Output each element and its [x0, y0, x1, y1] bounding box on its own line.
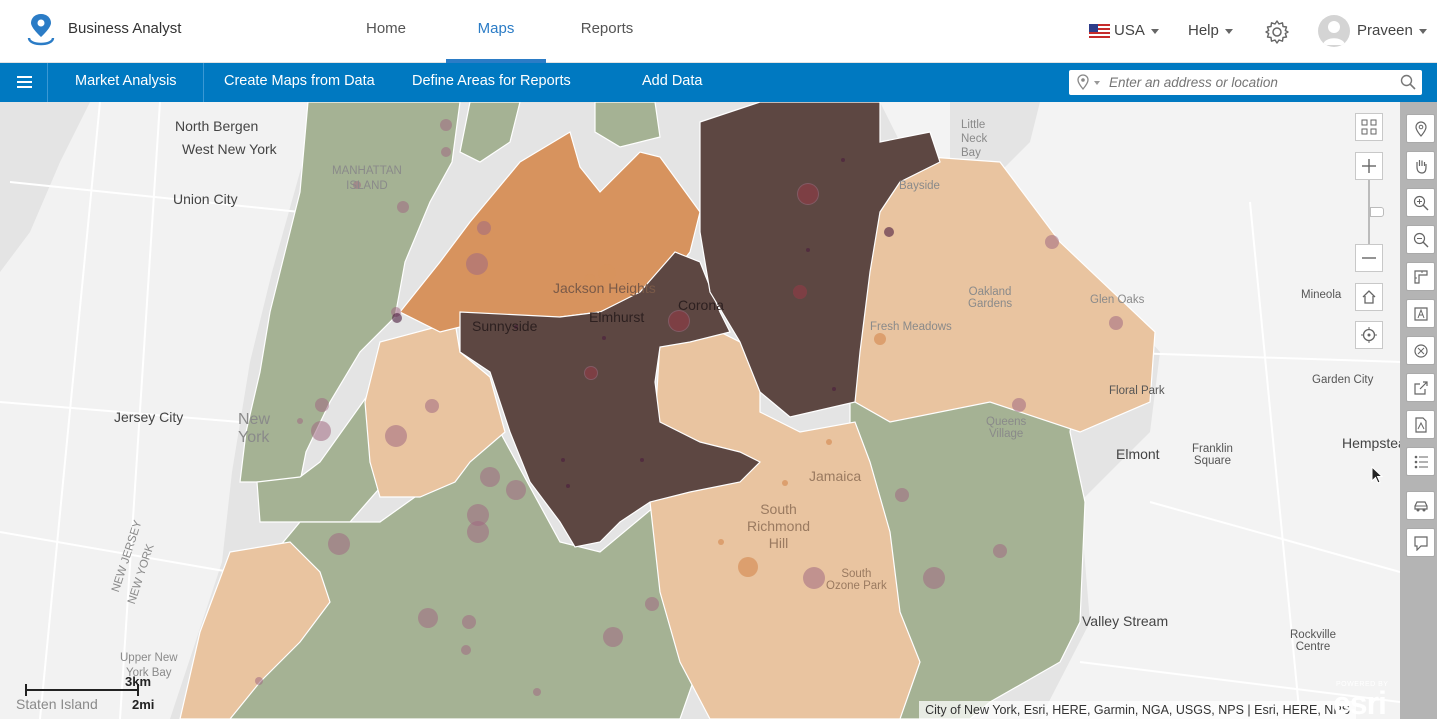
pan-hand-icon[interactable] — [1406, 151, 1435, 180]
app-title: Business Analyst — [68, 20, 182, 37]
map-label: Oakland Gardens — [968, 286, 1013, 310]
map-label: Franklin Square — [1192, 443, 1233, 467]
zoom-out-icon[interactable] — [1355, 244, 1383, 272]
map-label: Little Neck Bay — [961, 119, 988, 159]
map-label: Valley Stream — [1082, 613, 1169, 629]
locate-icon[interactable] — [1355, 321, 1383, 349]
tab-reports[interactable]: Reports — [568, 0, 646, 63]
zoom-slider[interactable] — [1368, 180, 1384, 244]
map-label: Sunnyside — [472, 318, 538, 334]
us-flag-icon — [1089, 24, 1110, 38]
help-label: Help — [1188, 22, 1219, 39]
car-icon[interactable] — [1406, 491, 1435, 520]
note-icon[interactable] — [1406, 528, 1435, 557]
map-label: South Richmond Hill — [747, 501, 811, 551]
tab-maps[interactable]: Maps — [446, 0, 546, 63]
map-label: Garden City — [1312, 374, 1374, 386]
create-maps-button[interactable]: Create Maps from Data — [224, 63, 375, 102]
clear-icon[interactable] — [1406, 336, 1435, 365]
map-label: MANHATTAN ISLAND — [332, 165, 402, 192]
map-label: Fresh Meadows — [870, 321, 952, 333]
avatar-icon[interactable] — [1318, 15, 1350, 47]
map-label: Hempstead — [1342, 435, 1400, 451]
map-label: New York — [238, 411, 271, 446]
map-label: Bayside — [899, 180, 940, 192]
map-label: Mineola — [1301, 289, 1342, 301]
hamburger-menu-icon[interactable] — [0, 63, 48, 102]
help-menu[interactable]: Help — [1188, 22, 1233, 39]
user-name: Praveen — [1357, 22, 1413, 39]
map-label: Rockville Centre — [1290, 629, 1337, 653]
map-label: Elmont — [1116, 446, 1160, 462]
scale-km-label: 3km — [125, 674, 152, 689]
market-analysis-button[interactable]: Market Analysis — [75, 63, 177, 102]
map-label: Elmhurst — [589, 309, 645, 325]
location-pin-icon[interactable] — [1076, 74, 1090, 90]
map-label: Queens Village — [986, 416, 1027, 440]
home-icon[interactable] — [1355, 283, 1383, 311]
map-label: Corona — [678, 297, 724, 313]
measure-icon[interactable] — [1406, 262, 1435, 291]
map-label: Union City — [173, 191, 238, 207]
mouse-cursor-icon — [1371, 466, 1383, 484]
map-label: Jamaica — [809, 468, 862, 484]
business-analyst-logo-icon[interactable] — [24, 12, 58, 48]
tool-rail — [1400, 102, 1437, 719]
legend-icon[interactable] — [1406, 447, 1435, 476]
scale-bar: 3km 2mi — [24, 674, 155, 715]
map-label: North Bergen — [175, 118, 259, 134]
search-icon[interactable] — [1400, 74, 1416, 90]
esri-logo-icon: esri — [1333, 685, 1387, 719]
map-label: Jackson Heights — [553, 280, 656, 296]
tab-home[interactable]: Home — [350, 0, 422, 63]
main-toolbar: Market Analysis Create Maps from Data De… — [0, 63, 1437, 102]
export-icon[interactable] — [1406, 373, 1435, 402]
map-label: South Ozone Park — [826, 568, 887, 592]
map-label: Jersey City — [114, 409, 184, 425]
map-label: Floral Park — [1109, 385, 1165, 397]
define-areas-button[interactable]: Define Areas for Reports — [412, 63, 571, 102]
location-search — [1069, 70, 1422, 95]
zoom-slider-handle[interactable] — [1370, 207, 1384, 217]
map-label: Glen Oaks — [1090, 294, 1145, 306]
top-header: Business Analyst Home Maps Reports USA H… — [0, 0, 1437, 63]
label-icon[interactable] — [1406, 299, 1435, 328]
pdf-icon[interactable] — [1406, 410, 1435, 439]
country-selector[interactable]: USA — [1114, 22, 1159, 39]
zoom-in-tool-icon[interactable] — [1406, 188, 1435, 217]
country-label: USA — [1114, 22, 1145, 39]
zoom-out-tool-icon[interactable] — [1406, 225, 1435, 254]
toolbar-divider — [203, 63, 204, 102]
scale-mi-label: 2mi — [132, 697, 155, 712]
chevron-down-icon — [1224, 28, 1233, 34]
grid-icon[interactable] — [1355, 113, 1383, 141]
map-view[interactable]: North Bergen West New York Union City Je… — [0, 102, 1400, 719]
location-pin-icon[interactable] — [1406, 114, 1435, 143]
gear-icon[interactable] — [1264, 19, 1290, 45]
zoom-in-icon[interactable] — [1355, 152, 1383, 180]
user-menu[interactable]: Praveen — [1357, 22, 1427, 39]
map-label: West New York — [182, 141, 277, 157]
map-attribution: City of New York, Esri, HERE, Garmin, NG… — [919, 701, 1356, 719]
chevron-down-icon — [1418, 28, 1427, 34]
add-data-button[interactable]: Add Data — [642, 63, 702, 102]
chevron-down-icon — [1150, 28, 1159, 34]
search-input[interactable] — [1109, 72, 1389, 93]
chevron-down-icon[interactable] — [1094, 81, 1100, 85]
